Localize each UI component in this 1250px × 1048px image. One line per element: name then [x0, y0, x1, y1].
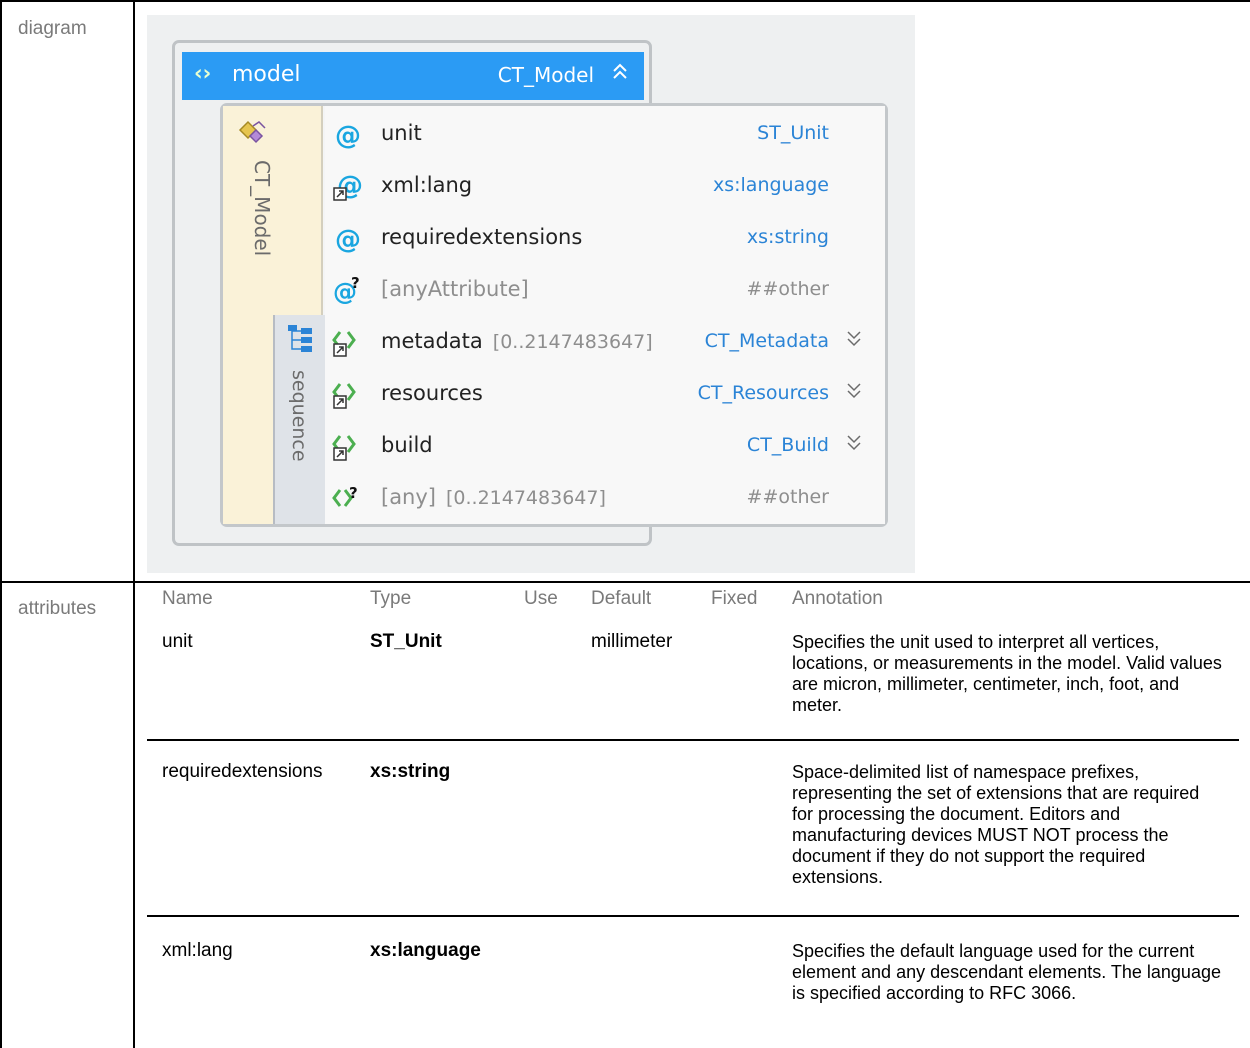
attr-type-unit: ST_Unit [370, 631, 442, 652]
svg-text:?: ? [349, 484, 358, 502]
svg-text:@: @ [335, 225, 361, 255]
expand-chevron-icon[interactable] [846, 327, 862, 354]
expand-chevron-icon[interactable] [846, 431, 862, 458]
member-type: ST_Unit [757, 122, 829, 144]
attribute-icon: @ [331, 118, 365, 152]
diagram-row-bottom-border [0, 581, 1250, 583]
column-header-default: Default [591, 588, 652, 609]
attributes-row-label: attributes [18, 598, 97, 619]
diagram-row-anyattribute[interactable]: @ ? [anyAttribute] ##other [325, 266, 870, 316]
collapse-chevron-icon[interactable] [612, 61, 628, 88]
member-name-text: [any] [381, 485, 436, 509]
element-ref-icon [331, 378, 365, 412]
expand-chevron-icon[interactable] [846, 379, 862, 406]
diagram-row-build[interactable]: build CT_Build [325, 422, 870, 472]
member-type: ##other [746, 278, 829, 300]
row-divider [147, 915, 1239, 917]
member-name: metadata [0..2147483647] [381, 329, 653, 353]
diagram-row-requiredextensions[interactable]: @ requiredextensions xs:string [325, 214, 870, 264]
table-top-border [0, 0, 1250, 2]
member-name: unit [381, 121, 422, 145]
any-element-icon: ? [331, 482, 365, 516]
attr-annotation-xml-lang: Specifies the default language used for … [792, 941, 1221, 1003]
element-name: model [232, 62, 301, 87]
member-name: build [381, 433, 433, 457]
attr-annotation-requiredextensions: Space-delimited list of namespace prefix… [792, 762, 1200, 887]
attr-type-requiredextensions: xs:string [370, 761, 451, 782]
column-header-type: Type [370, 588, 412, 609]
attr-default-unit: millimeter [591, 631, 673, 652]
diagram-row-resources[interactable]: resources CT_Resources [325, 370, 870, 420]
label-column-divider [133, 0, 135, 1048]
member-occurrence: [0..2147483647] [446, 487, 606, 509]
element-type: CT_Model [497, 63, 594, 87]
attr-type-xml-lang: xs:language [370, 940, 481, 961]
attr-name-xml-lang: xml:lang [162, 940, 233, 961]
svg-text:@: @ [335, 121, 361, 151]
member-type: xs:language [712, 174, 829, 196]
column-header-annotation: Annotation [792, 588, 883, 609]
member-type: CT_Metadata [704, 330, 829, 352]
model-element-header[interactable]: ‹› model CT_Model [182, 52, 644, 100]
attribute-icon: @ [331, 222, 365, 256]
member-name: requiredextensions [381, 225, 583, 249]
member-occurrence: [0..2147483647] [492, 331, 653, 353]
member-name: [anyAttribute] [381, 277, 529, 301]
table-left-border [0, 0, 2, 1048]
svg-text:?: ? [351, 274, 360, 292]
member-name: xml:lang [381, 173, 473, 197]
member-name: resources [381, 381, 483, 405]
member-name-text: metadata [381, 329, 483, 353]
column-header-fixed: Fixed [711, 588, 758, 609]
element-ref-icon [331, 326, 365, 360]
element-icon: ‹› [194, 61, 212, 85]
member-type: CT_Build [746, 434, 829, 456]
member-type: CT_Resources [697, 382, 829, 404]
diagram-row-label: diagram [18, 18, 87, 39]
complex-type-label: CT_Model [250, 160, 274, 257]
column-header-name: Name [162, 588, 213, 609]
member-name: [any] [0..2147483647] [381, 485, 606, 509]
diagram-row-xml-lang[interactable]: @ xml:lang xs:language [325, 162, 870, 212]
element-ref-icon [331, 430, 365, 464]
complex-type-icon [236, 118, 268, 153]
member-type: ##other [746, 486, 829, 508]
column-header-use: Use [524, 588, 558, 609]
attr-name-unit: unit [162, 631, 193, 652]
attribute-ref-icon: @ [331, 170, 365, 204]
diagram-row-unit[interactable]: @ unit ST_Unit [325, 110, 870, 160]
attr-name-requiredextensions: requiredextensions [162, 761, 323, 782]
diagram-row-metadata[interactable]: metadata [0..2147483647] CT_Metadata [325, 318, 870, 368]
sequence-label: sequence [288, 370, 310, 462]
member-type: xs:string [746, 226, 829, 248]
sequence-icon [287, 324, 315, 359]
attr-annotation-unit: Specifies the unit used to interpret all… [792, 632, 1222, 715]
any-attribute-icon: @ ? [331, 274, 365, 308]
diagram-row-any[interactable]: ? [any] [0..2147483647] ##other [325, 474, 870, 524]
row-divider [147, 739, 1239, 741]
